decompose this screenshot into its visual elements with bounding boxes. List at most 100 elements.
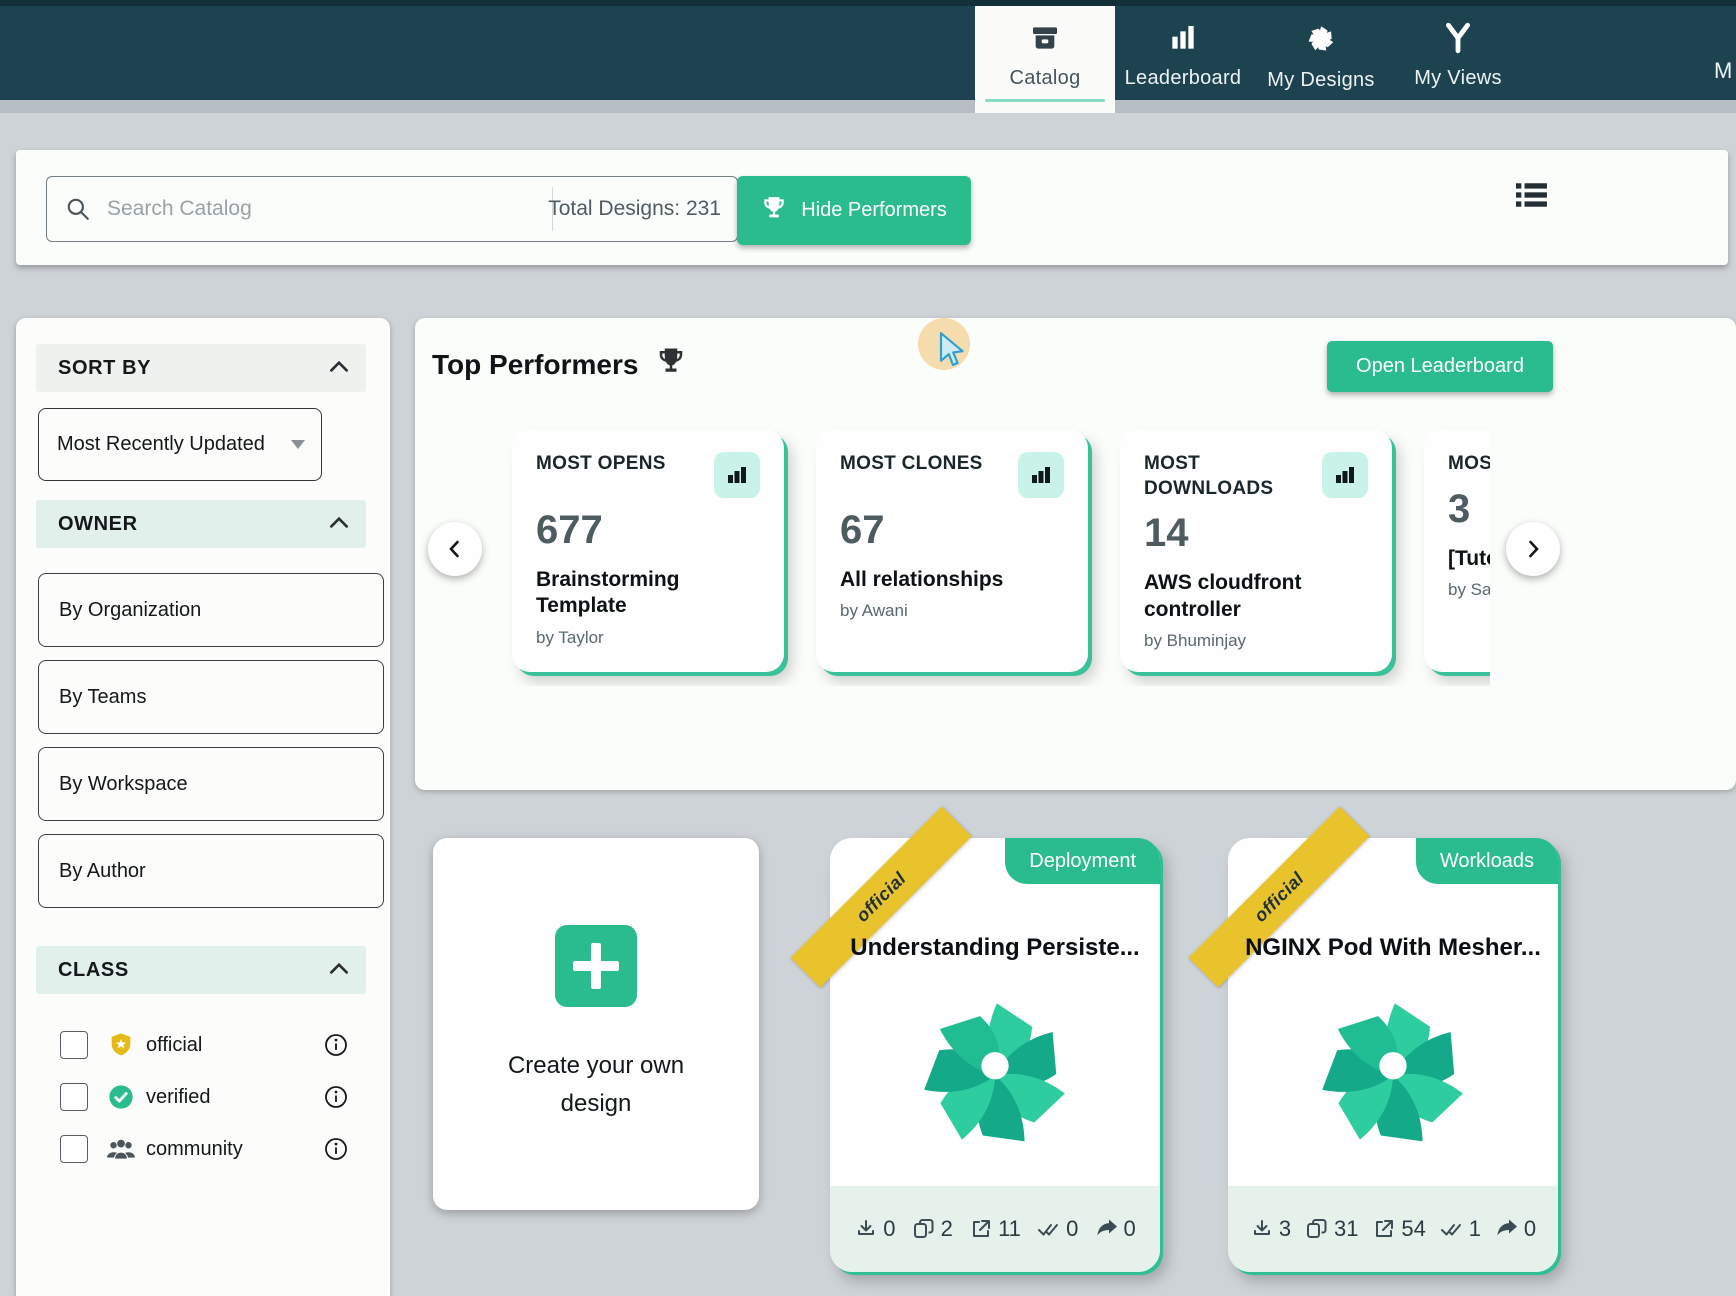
trophy-icon	[656, 346, 686, 383]
clones-count: 31	[1334, 1216, 1358, 1242]
bar-chart-icon	[1167, 22, 1199, 59]
tab-partial[interactable]: M	[1714, 58, 1732, 84]
download-icon	[854, 1217, 878, 1241]
filter-by-workspace-button[interactable]: By Workspace	[38, 747, 384, 821]
active-tab-underline	[985, 99, 1105, 102]
class-option-label: community	[146, 1138, 243, 1161]
class-header[interactable]: CLASS	[36, 946, 366, 994]
top-performers-title: Top Performers	[432, 346, 686, 383]
design-title: NGINX Pod With Mesher...	[1228, 934, 1558, 962]
class-option-label: official	[146, 1034, 202, 1057]
metric-label: MOST CLONES	[840, 452, 983, 477]
design-title: Understanding Persiste...	[830, 934, 1160, 962]
top-performers-panel: Top Performers Open Leaderboard MOST OPE…	[415, 318, 1736, 790]
downloads-stat[interactable]: 0	[854, 1216, 895, 1242]
class-option-community[interactable]: community	[36, 1126, 370, 1172]
official-checkbox[interactable]	[60, 1031, 88, 1059]
chevron-up-icon	[328, 514, 350, 535]
design-name: All relationships	[840, 567, 1064, 593]
design-card-understanding-persistent[interactable]: official Deployment Understanding Persis…	[830, 838, 1160, 1272]
clones-stat[interactable]: 2	[912, 1216, 953, 1242]
shares-count: 0	[1524, 1216, 1536, 1242]
tab-my-views[interactable]: My Views	[1396, 6, 1520, 100]
bar-chart-icon	[1018, 452, 1064, 498]
tab-leaderboard[interactable]: Leaderboard	[1120, 6, 1246, 100]
performer-card-most-clones[interactable]: MOST CLONES 67 All relationships by Awan…	[816, 430, 1088, 672]
info-icon[interactable]	[324, 1085, 348, 1109]
tab-label: Catalog	[1009, 67, 1080, 90]
archive-icon	[1029, 22, 1061, 59]
metric-label: MOST DOWNLOADS	[1144, 452, 1309, 501]
sort-order-select[interactable]: Most Recently Updated	[38, 408, 322, 481]
opens-stat[interactable]: 54	[1372, 1216, 1425, 1242]
tab-catalog[interactable]: Catalog	[975, 6, 1115, 113]
class-option-verified[interactable]: verified	[36, 1074, 370, 1120]
info-icon[interactable]	[324, 1137, 348, 1161]
shares-stat[interactable]: 0	[1495, 1216, 1536, 1242]
meshery-spiral-logo	[1296, 978, 1491, 1178]
chevron-up-icon	[328, 358, 350, 379]
design-author: by Awani	[840, 601, 1064, 621]
tab-label: Leaderboard	[1125, 67, 1242, 90]
verified-checkbox[interactable]	[60, 1083, 88, 1111]
checks-count: 0	[1066, 1216, 1078, 1242]
opens-stat[interactable]: 11	[969, 1216, 1021, 1242]
design-name: [Tuto Kube	[1448, 546, 1490, 572]
design-card-nginx-pod[interactable]: official Workloads NGINX Pod With Mesher…	[1228, 838, 1558, 1272]
open-in-new-icon	[1372, 1217, 1396, 1241]
hide-performers-button[interactable]: Hide Performers	[737, 176, 971, 245]
bar-chart-icon	[1322, 452, 1368, 498]
trophy-icon	[761, 195, 787, 227]
open-leaderboard-button[interactable]: Open Leaderboard	[1327, 341, 1553, 392]
catalog-page: Catalog Leaderboard	[0, 0, 1736, 1296]
share-icon	[1095, 1217, 1119, 1241]
search-input[interactable]	[105, 196, 489, 222]
carousel-next-button[interactable]	[1506, 522, 1560, 576]
download-icon	[1250, 1217, 1274, 1241]
filter-by-teams-button[interactable]: By Teams	[38, 660, 384, 734]
info-icon[interactable]	[324, 1033, 348, 1057]
meshery-spiral-logo	[898, 978, 1093, 1178]
views-y-icon	[1442, 22, 1474, 59]
carousel-prev-button[interactable]	[428, 522, 482, 576]
filter-by-organization-button[interactable]: By Organization	[38, 573, 384, 647]
class-option-official[interactable]: official	[36, 1022, 370, 1068]
caret-down-icon	[291, 440, 305, 449]
metric-value: 14	[1144, 511, 1368, 556]
create-design-card[interactable]: Create your own design	[433, 838, 759, 1210]
create-design-label: Create your own design	[508, 1047, 684, 1123]
clones-stat[interactable]: 31	[1305, 1216, 1358, 1242]
checks-stat[interactable]: 1	[1440, 1216, 1481, 1242]
chevron-right-icon	[1523, 539, 1543, 559]
performer-card-partial[interactable]: MOST 3 [Tuto Kube by Sar	[1424, 430, 1490, 672]
total-designs-label: Total Designs: 231	[548, 177, 721, 241]
clone-icon	[1305, 1217, 1329, 1241]
opens-count: 11	[998, 1216, 1021, 1242]
chevron-up-icon	[328, 960, 350, 981]
checks-stat[interactable]: 0	[1037, 1216, 1078, 1242]
people-icon	[106, 1134, 136, 1164]
metric-value: 3	[1448, 487, 1490, 532]
design-author: by Bhuminjay	[1144, 631, 1368, 651]
tab-my-designs[interactable]: My Designs	[1258, 6, 1384, 100]
design-author: by Sar	[1448, 580, 1490, 600]
design-stats-footer: 0 2 11 0	[830, 1186, 1160, 1272]
list-view-icon[interactable]	[1516, 180, 1548, 215]
design-name: Brainstorming Template	[536, 567, 760, 620]
metric-value: 677	[536, 508, 760, 553]
community-checkbox[interactable]	[60, 1135, 88, 1163]
sort-by-header[interactable]: SORT BY	[36, 344, 366, 392]
downloads-stat[interactable]: 3	[1250, 1216, 1291, 1242]
owner-header[interactable]: OWNER	[36, 500, 366, 548]
shares-stat[interactable]: 0	[1095, 1216, 1136, 1242]
search-box[interactable]: Total Designs: 231	[46, 176, 738, 242]
filter-by-author-button[interactable]: By Author	[38, 834, 384, 908]
metric-label: MOST	[1448, 452, 1490, 477]
performer-card-most-opens[interactable]: MOST OPENS 677 Brainstorming Template by…	[512, 430, 784, 672]
clones-count: 2	[941, 1216, 953, 1242]
meshery-spiral-icon	[1304, 22, 1338, 61]
performer-card-most-downloads[interactable]: MOST DOWNLOADS 14 AWS cloudfront control…	[1120, 430, 1392, 672]
shield-star-icon	[106, 1030, 136, 1060]
opens-count: 54	[1401, 1216, 1425, 1242]
chevron-left-icon	[445, 539, 465, 559]
